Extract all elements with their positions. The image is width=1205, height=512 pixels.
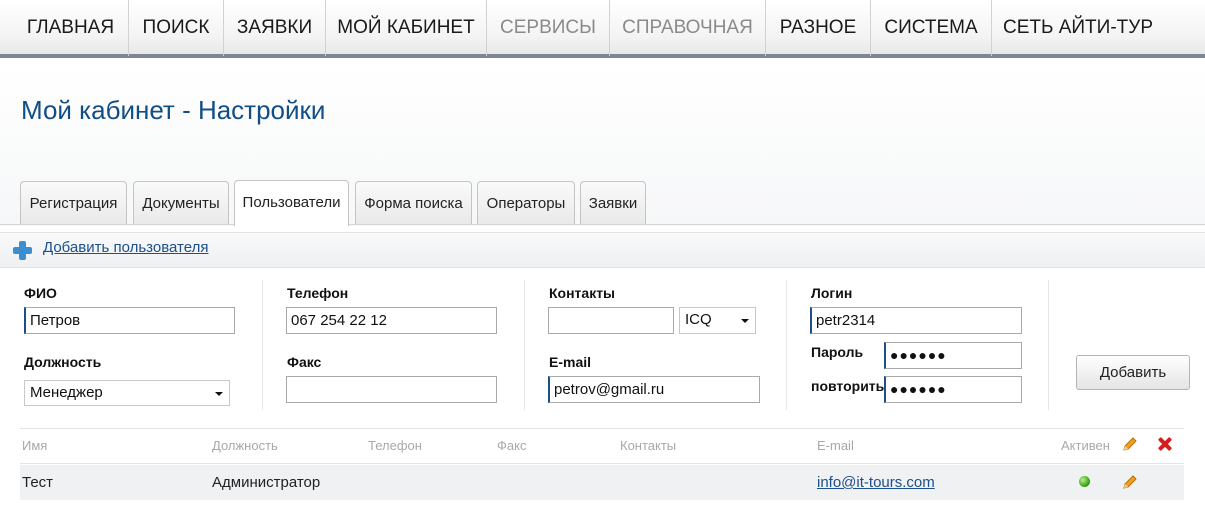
position-label: Должность bbox=[24, 354, 102, 370]
contacts-type-select[interactable]: ICQ bbox=[679, 307, 756, 334]
column-header-email[interactable]: E-mail bbox=[817, 438, 854, 453]
nav-item-it-tour-network[interactable]: СЕТЬ АЙТИ-ТУР bbox=[992, 0, 1164, 56]
column-header-name[interactable]: Имя bbox=[22, 438, 47, 453]
settings-page: ГЛАВНАЯ ПОИСК ЗАЯВКИ МОЙ КАБИНЕТ СЕРВИСЫ… bbox=[0, 0, 1205, 512]
row-email-link[interactable]: info@it-tours.com bbox=[817, 474, 935, 491]
table-row bbox=[20, 465, 1184, 500]
nav-item-reference[interactable]: СПРАВОЧНАЯ bbox=[610, 0, 766, 56]
phone-input[interactable]: 067 254 22 12 bbox=[286, 307, 497, 334]
active-status-icon[interactable] bbox=[1079, 476, 1090, 487]
nav-item-services[interactable]: СЕРВИСЫ bbox=[487, 0, 610, 56]
row-name: Тест bbox=[22, 474, 54, 491]
table-header bbox=[20, 428, 1184, 464]
tab-operators[interactable]: Операторы bbox=[477, 181, 575, 224]
login-label: Логин bbox=[811, 285, 853, 301]
pencil-icon[interactable] bbox=[1122, 436, 1138, 452]
column-header-phone[interactable]: Телефон bbox=[368, 438, 422, 453]
position-select-value: Менеджер bbox=[30, 384, 103, 401]
add-user-link[interactable]: Добавить пользователя bbox=[43, 239, 208, 256]
nav-item-search[interactable]: ПОИСК bbox=[129, 0, 224, 56]
column-header-position[interactable]: Должность bbox=[212, 438, 278, 453]
tab-registration[interactable]: Регистрация bbox=[20, 181, 127, 224]
nav-item-my-cabinet[interactable]: МОЙ КАБИНЕТ bbox=[326, 0, 487, 56]
password-input[interactable]: ●●●●●● bbox=[884, 342, 1022, 369]
page-title: Мой кабинет - Настройки bbox=[21, 95, 326, 125]
nav-item-home[interactable]: ГЛАВНАЯ bbox=[13, 0, 129, 56]
tab-orders[interactable]: Заявки bbox=[580, 181, 646, 224]
tab-documents[interactable]: Документы bbox=[133, 181, 229, 224]
row-position: Администратор bbox=[212, 474, 321, 491]
fio-input[interactable]: Петров bbox=[24, 307, 235, 334]
tab-search-form[interactable]: Форма поиска bbox=[355, 181, 472, 224]
plus-icon[interactable] bbox=[12, 240, 33, 261]
chevron-down-icon bbox=[741, 319, 749, 323]
contacts-input[interactable] bbox=[548, 307, 674, 334]
fax-input[interactable] bbox=[286, 376, 497, 403]
nav-item-system[interactable]: СИСТЕМА bbox=[871, 0, 992, 56]
repeat-password-input[interactable]: ●●●●●● bbox=[884, 376, 1022, 403]
nav-item-misc[interactable]: РАЗНОЕ bbox=[766, 0, 871, 56]
login-input[interactable]: petr2314 bbox=[810, 307, 1022, 334]
column-header-fax[interactable]: Факс bbox=[497, 438, 526, 453]
position-select[interactable]: Менеджер bbox=[24, 380, 230, 406]
column-separator bbox=[524, 280, 525, 410]
edit-row-icon[interactable] bbox=[1122, 474, 1138, 490]
chevron-down-icon bbox=[215, 392, 223, 396]
password-label: Пароль bbox=[811, 344, 864, 360]
top-navigation: ГЛАВНАЯ ПОИСК ЗАЯВКИ МОЙ КАБИНЕТ СЕРВИСЫ… bbox=[0, 0, 1205, 58]
delete-icon[interactable] bbox=[1158, 437, 1172, 451]
column-separator bbox=[786, 280, 787, 410]
column-separator bbox=[262, 280, 263, 410]
tab-users[interactable]: Пользователи bbox=[234, 180, 349, 226]
column-separator bbox=[1048, 280, 1049, 410]
phone-label: Телефон bbox=[287, 285, 349, 301]
column-header-active[interactable]: Активен bbox=[1061, 438, 1110, 453]
contacts-type-value: ICQ bbox=[685, 311, 712, 328]
fio-label: ФИО bbox=[24, 285, 57, 301]
add-button[interactable]: Добавить bbox=[1076, 355, 1190, 390]
fax-label: Факс bbox=[287, 354, 322, 370]
contacts-label: Контакты bbox=[549, 285, 616, 301]
nav-item-orders[interactable]: ЗАЯВКИ bbox=[224, 0, 326, 56]
email-label: E-mail bbox=[549, 354, 592, 370]
column-header-contacts[interactable]: Контакты bbox=[620, 438, 676, 453]
repeat-password-label: повторить bbox=[811, 378, 885, 394]
email-input[interactable]: petrov@gmail.ru bbox=[548, 376, 760, 403]
